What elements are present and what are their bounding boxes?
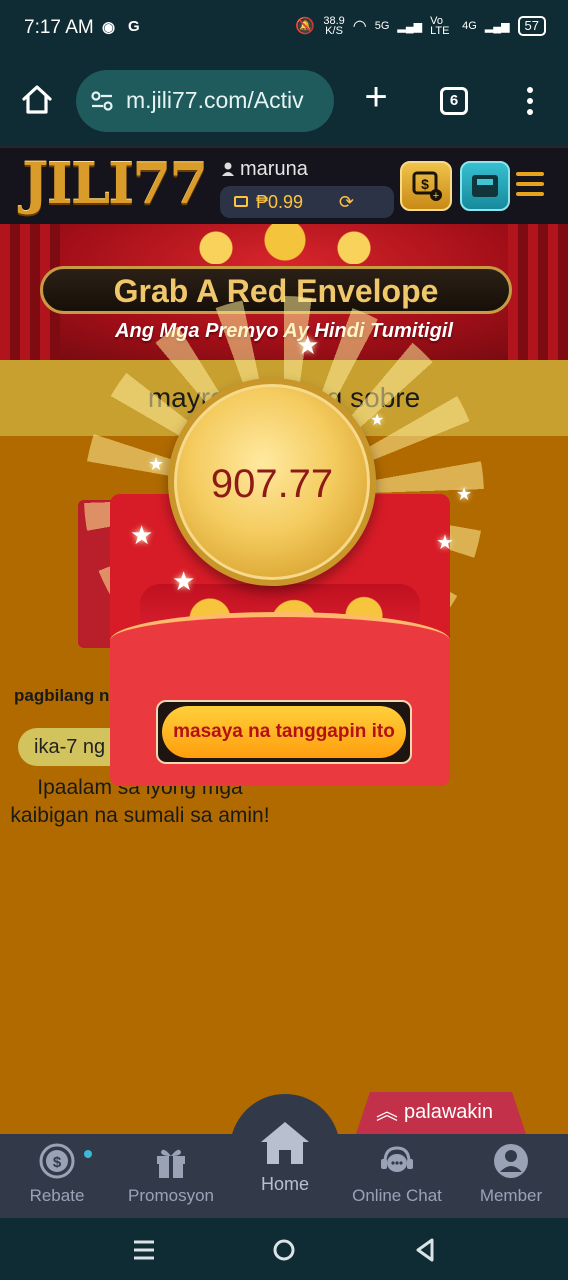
signal-icon: ▂▄▆: [397, 20, 423, 33]
nav-member[interactable]: Member: [454, 1134, 568, 1218]
svg-text:$: $: [421, 176, 429, 192]
nav-member-label: Member: [479, 1186, 543, 1205]
expand-tab[interactable]: ︽ palawakin: [356, 1092, 526, 1134]
browser-menu-icon[interactable]: [520, 84, 540, 120]
battery-level: 57: [524, 18, 539, 33]
site-settings-icon[interactable]: [90, 90, 114, 112]
star-decoration: ★: [148, 454, 165, 474]
accept-reward-label: masaya na tanggapin ito: [162, 706, 406, 758]
svg-text:+: +: [433, 190, 439, 202]
nav-promosyon-label: Promosyon: [128, 1186, 214, 1205]
expand-label: palawakin: [404, 1101, 493, 1123]
google-icon: G: [128, 18, 140, 35]
star-decoration: ★: [296, 330, 320, 360]
home-icon[interactable]: [20, 82, 54, 116]
reward-amount: 907.77: [210, 462, 334, 506]
volte-label: Vo LTE: [430, 15, 450, 37]
deposit-icon: $ +: [412, 171, 442, 202]
chevron-up-icon: ︽: [376, 1099, 399, 1124]
site-header: JILI77 maruna ₱0.99 ⟳ $ +: [0, 146, 568, 224]
rebate-icon: $: [39, 1143, 75, 1179]
browser-toolbar: m.jili77.com/Activ + 6: [0, 58, 568, 146]
star-decoration: ★: [436, 532, 454, 554]
balance-display: ₱0.99 ⟳: [220, 186, 394, 218]
star-decoration: ★: [370, 412, 385, 429]
network-1: 5G: [374, 20, 390, 32]
username: maruna: [222, 158, 308, 181]
system-nav-bar: [0, 1218, 568, 1280]
refresh-icon[interactable]: ⟳: [339, 186, 354, 218]
site-logo[interactable]: JILI77: [22, 152, 208, 216]
nav-rebate[interactable]: $ Rebate: [0, 1134, 114, 1218]
new-tab-button[interactable]: +: [358, 77, 394, 117]
wifi-icon: ◠: [352, 18, 367, 35]
cash-icon: [234, 196, 248, 207]
deposit-button[interactable]: $ +: [400, 161, 452, 211]
battery-icon: 57: [517, 16, 546, 36]
nav-home[interactable]: Home: [230, 1110, 340, 1218]
home-nav-icon: [261, 1122, 309, 1164]
nav-rebate-label: Rebate: [29, 1186, 85, 1205]
signal-icon-2: ▂▄▆: [484, 20, 510, 33]
network-2: 4G: [462, 20, 477, 32]
nav-home-label: Home: [260, 1174, 309, 1194]
net-speed-unit: K/S: [325, 25, 343, 37]
status-bar: 7:17 AM ◉ G 🔕 38.9 K/S ◠ 5G ▂▄▆ Vo LTE 4…: [0, 0, 568, 58]
tab-switcher-button[interactable]: 6: [440, 87, 468, 115]
mute-bell-icon: 🔕: [295, 18, 316, 35]
star-decoration: ★: [172, 566, 196, 596]
nav-online-chat[interactable]: Online Chat: [340, 1134, 454, 1218]
site-menu-icon[interactable]: [516, 172, 544, 200]
user-icon: [222, 162, 234, 176]
address-bar[interactable]: m.jili77.com/Activ: [76, 70, 334, 132]
messenger-icon: ◉: [102, 19, 116, 36]
withdraw-button[interactable]: [460, 161, 510, 211]
chat-support-icon: [381, 1146, 413, 1172]
home-circle-icon[interactable]: [270, 1236, 298, 1264]
status-right: 🔕 38.9 K/S ◠ 5G ▂▄▆ Vo LTE 4G ▂▄▆ 57: [295, 15, 546, 37]
count-label: pagbilang n: [14, 686, 110, 705]
star-decoration: ★: [130, 520, 154, 550]
recents-icon[interactable]: [130, 1236, 158, 1264]
accept-reward-button[interactable]: masaya na tanggapin ito: [156, 700, 412, 764]
notification-dot: [84, 1150, 92, 1158]
nav-online-chat-label: Online Chat: [352, 1186, 442, 1205]
gift-icon: [157, 1149, 185, 1178]
nav-promosyon[interactable]: Promosyon: [114, 1134, 228, 1218]
member-icon: [494, 1144, 528, 1178]
balance-value: ₱0.99: [256, 192, 304, 212]
svg-text:$: $: [53, 1154, 62, 1171]
net-speed: 38.9 K/S: [323, 16, 344, 37]
url-text: m.jili77.com/Activ: [126, 87, 304, 113]
username-text: maruna: [240, 158, 308, 180]
back-icon[interactable]: [412, 1236, 440, 1264]
atm-icon: [472, 175, 498, 197]
reward-coin: 907.77: [168, 378, 376, 586]
star-decoration: ★: [456, 484, 473, 504]
coin-stack-graphic: [170, 224, 400, 264]
status-time: 7:17 AM: [24, 17, 94, 38]
